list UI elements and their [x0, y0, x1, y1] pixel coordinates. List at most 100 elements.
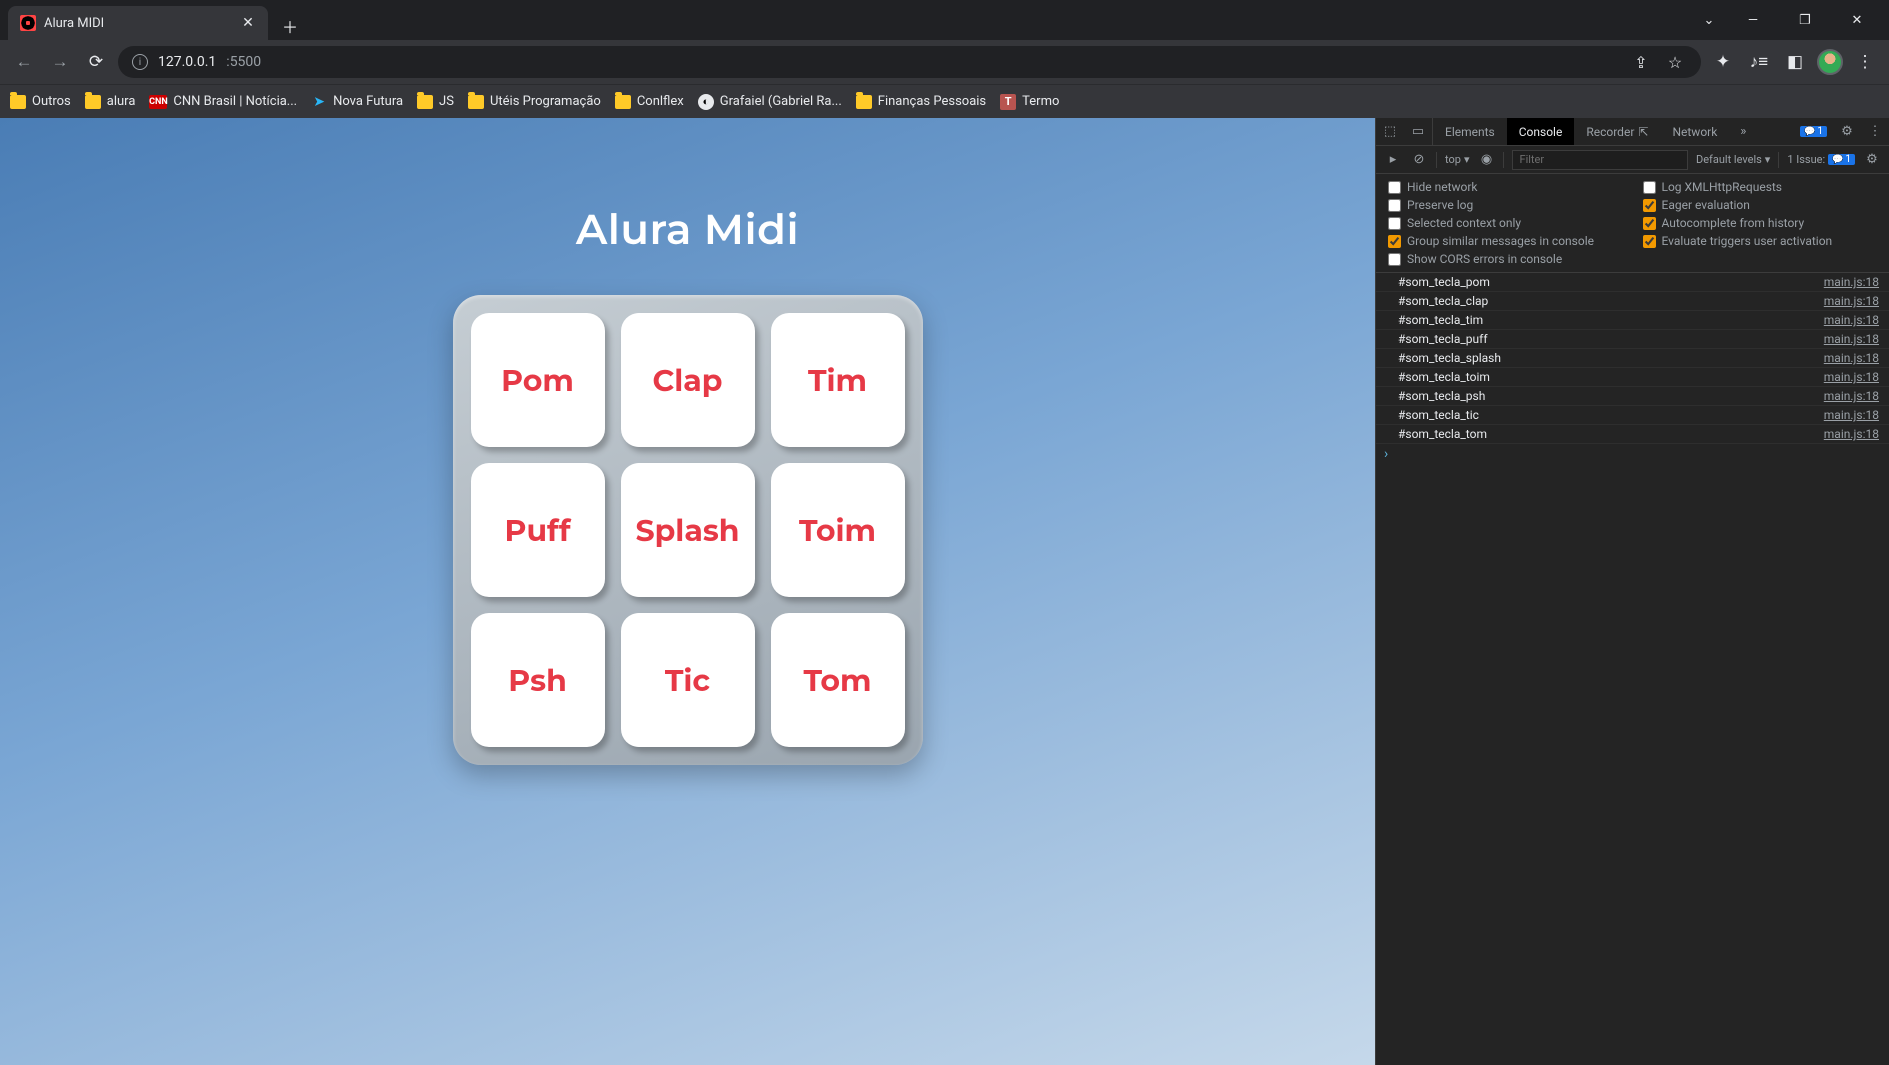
menu-icon[interactable]: ⋮ — [1851, 48, 1879, 76]
bookmark-js[interactable]: JS — [417, 94, 454, 109]
tab-title: Alura MIDI — [44, 16, 232, 31]
midi-key-tom[interactable]: Tom — [771, 613, 905, 747]
close-window-button[interactable]: ✕ — [1835, 5, 1879, 35]
console-log-row[interactable]: #som_tecla_pshmain.js:18 — [1376, 387, 1889, 406]
console-log-row[interactable]: #som_tecla_toimmain.js:18 — [1376, 368, 1889, 387]
devtools-tab-elements[interactable]: Elements — [1433, 118, 1507, 145]
source-link[interactable]: main.js:18 — [1824, 275, 1879, 289]
side-panel-icon[interactable]: ◧ — [1781, 48, 1809, 76]
bookmark-nova-futura[interactable]: ➤Nova Futura — [311, 94, 403, 110]
console-log-row[interactable]: #som_tecla_timmain.js:18 — [1376, 311, 1889, 330]
devtools-tab-console[interactable]: Console — [1507, 118, 1575, 145]
bookmarks-bar: Outros alura CNNCNN Brasil | Notícia... … — [0, 84, 1889, 118]
console-log-row[interactable]: #som_tecla_tommain.js:18 — [1376, 425, 1889, 444]
bookmark-cnn[interactable]: CNNCNN Brasil | Notícia... — [149, 94, 297, 109]
messages-badge[interactable]: 1 — [1794, 118, 1833, 145]
check-log-xhr[interactable]: Log XMLHttpRequests — [1643, 180, 1878, 194]
page-viewport: Alura Midi Pom Clap Tim Puff Splash Toim… — [0, 118, 1375, 1065]
bookmark-uteis[interactable]: Utéis Programação — [468, 94, 601, 109]
check-evaluate-triggers[interactable]: Evaluate triggers user activation — [1643, 234, 1878, 248]
console-log-row[interactable]: #som_tecla_ticmain.js:18 — [1376, 406, 1889, 425]
console-log-row[interactable]: #som_tecla_clapmain.js:18 — [1376, 292, 1889, 311]
maximize-button[interactable]: ❐ — [1783, 5, 1827, 35]
check-group-similar[interactable]: Group similar messages in console — [1388, 234, 1623, 248]
console-prompt[interactable]: › — [1376, 444, 1889, 464]
console-filter-input[interactable]: Filter — [1512, 150, 1688, 170]
address-bar[interactable]: i 127.0.0.1:5500 ⇪ ☆ — [118, 46, 1701, 78]
bookmark-grafaiel[interactable]: ◐Grafaiel (Gabriel Ra... — [698, 94, 842, 110]
new-tab-button[interactable]: ＋ — [276, 12, 304, 40]
site-info-icon[interactable]: i — [132, 54, 148, 70]
midi-key-toim[interactable]: Toim — [771, 463, 905, 597]
devtools-menu-icon[interactable]: ⋮ — [1861, 118, 1889, 145]
check-autocomplete[interactable]: Autocomplete from history — [1643, 216, 1878, 230]
source-link[interactable]: main.js:18 — [1824, 294, 1879, 308]
devtools-tab-bar: ⬚ ▭ Elements Console Recorder⇱ Network »… — [1376, 118, 1889, 146]
share-icon[interactable]: ⇪ — [1629, 50, 1653, 74]
device-toolbar-icon[interactable]: ▭ — [1404, 118, 1432, 145]
profile-avatar[interactable] — [1817, 49, 1843, 75]
context-selector[interactable]: top ▾ — [1445, 153, 1469, 166]
console-filter-bar: ▸ ⊘ top ▾ ◉ Filter Default levels ▾ 1 Is… — [1376, 146, 1889, 174]
midi-key-clap[interactable]: Clap — [621, 313, 755, 447]
forward-button[interactable]: → — [46, 48, 74, 76]
browser-toolbar: ← → ⟳ i 127.0.0.1:5500 ⇪ ☆ ✦ ♪≡ ◧ ⋮ — [0, 40, 1889, 84]
source-link[interactable]: main.js:18 — [1824, 427, 1879, 441]
console-settings-icon[interactable]: ⚙ — [1863, 152, 1881, 167]
bookmark-outros[interactable]: Outros — [10, 94, 71, 109]
source-link[interactable]: main.js:18 — [1824, 370, 1879, 384]
live-expression-icon[interactable]: ◉ — [1477, 152, 1495, 167]
devtools-settings-icon[interactable]: ⚙ — [1833, 118, 1861, 145]
minimize-button[interactable]: — — [1731, 5, 1775, 35]
source-link[interactable]: main.js:18 — [1824, 389, 1879, 403]
midi-key-psh[interactable]: Psh — [471, 613, 605, 747]
console-log-row[interactable]: #som_tecla_puffmain.js:18 — [1376, 330, 1889, 349]
midi-key-pom[interactable]: Pom — [471, 313, 605, 447]
media-control-icon[interactable]: ♪≡ — [1745, 48, 1773, 76]
clear-console-icon[interactable]: ⊘ — [1410, 152, 1428, 167]
back-button[interactable]: ← — [10, 48, 38, 76]
check-selected-context[interactable]: Selected context only — [1388, 216, 1623, 230]
console-sidebar-toggle-icon[interactable]: ▸ — [1384, 152, 1402, 167]
check-preserve-log[interactable]: Preserve log — [1388, 198, 1623, 212]
console-output[interactable]: #som_tecla_pommain.js:18 #som_tecla_clap… — [1376, 273, 1889, 1065]
devtools-tab-network[interactable]: Network — [1660, 118, 1729, 145]
window-controls: — ❐ ✕ — [1731, 0, 1889, 40]
devtools-panel: ⬚ ▭ Elements Console Recorder⇱ Network »… — [1375, 118, 1889, 1065]
cnn-icon: CNN — [149, 95, 167, 109]
github-icon: ◐ — [698, 94, 714, 110]
inspect-element-icon[interactable]: ⬚ — [1376, 118, 1404, 145]
midi-key-puff[interactable]: Puff — [471, 463, 605, 597]
folder-icon — [468, 95, 484, 109]
source-link[interactable]: main.js:18 — [1824, 313, 1879, 327]
close-tab-button[interactable]: ✕ — [240, 15, 256, 31]
nova-futura-icon: ➤ — [311, 94, 327, 110]
console-log-row[interactable]: #som_tecla_pommain.js:18 — [1376, 273, 1889, 292]
folder-icon — [417, 95, 433, 109]
bookmark-star-icon[interactable]: ☆ — [1663, 50, 1687, 74]
source-link[interactable]: main.js:18 — [1824, 408, 1879, 422]
log-levels-selector[interactable]: Default levels ▾ — [1696, 153, 1770, 166]
tab-search-button[interactable]: ⌄ — [1687, 0, 1731, 40]
folder-icon — [615, 95, 631, 109]
console-log-row[interactable]: #som_tecla_splashmain.js:18 — [1376, 349, 1889, 368]
check-hide-network[interactable]: Hide network — [1388, 180, 1623, 194]
reload-button[interactable]: ⟳ — [82, 48, 110, 76]
issues-indicator[interactable]: 1 Issue: 1 — [1787, 153, 1855, 166]
source-link[interactable]: main.js:18 — [1824, 332, 1879, 346]
browser-tab[interactable]: Alura MIDI ✕ — [8, 6, 268, 40]
more-tabs-icon[interactable]: » — [1729, 118, 1757, 145]
midi-key-tic[interactable]: Tic — [621, 613, 755, 747]
bookmark-alura[interactable]: alura — [85, 94, 136, 109]
favicon-icon — [20, 15, 36, 31]
bookmark-termo[interactable]: TTermo — [1000, 94, 1059, 110]
midi-key-splash[interactable]: Splash — [621, 463, 755, 597]
source-link[interactable]: main.js:18 — [1824, 351, 1879, 365]
bookmark-financas[interactable]: Finanças Pessoais — [856, 94, 986, 109]
devtools-tab-recorder[interactable]: Recorder⇱ — [1574, 118, 1660, 145]
extensions-icon[interactable]: ✦ — [1709, 48, 1737, 76]
check-show-cors[interactable]: Show CORS errors in console — [1388, 252, 1877, 266]
midi-key-tim[interactable]: Tim — [771, 313, 905, 447]
check-eager-evaluation[interactable]: Eager evaluation — [1643, 198, 1878, 212]
bookmark-conlflex[interactable]: Conlflex — [615, 94, 684, 109]
